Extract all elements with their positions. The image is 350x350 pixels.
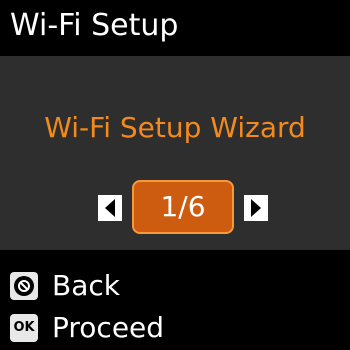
menu-item-title[interactable]: Wi-Fi Setup Wizard <box>0 110 350 146</box>
left-triangle-icon[interactable] <box>98 195 122 221</box>
stop-back-icon <box>10 272 38 300</box>
ok-text: OK <box>13 320 35 335</box>
page-indicator: 1/6 <box>132 180 234 234</box>
right-triangle-icon[interactable] <box>244 195 268 221</box>
back-label: Back <box>52 269 120 302</box>
page-navigator: 1/6 <box>0 180 350 234</box>
screen-title: Wi-Fi Setup <box>10 8 179 43</box>
wizard-panel: Wi-Fi Setup Wizard 1/6 <box>0 56 350 250</box>
proceed-label: Proceed <box>52 311 165 344</box>
screen-header: Wi-Fi Setup <box>0 0 350 56</box>
proceed-action[interactable]: OK Proceed <box>0 306 350 350</box>
back-action[interactable]: Back <box>0 264 350 308</box>
button-guide: Back OK Proceed <box>0 250 350 348</box>
ok-button-icon: OK <box>10 314 38 342</box>
